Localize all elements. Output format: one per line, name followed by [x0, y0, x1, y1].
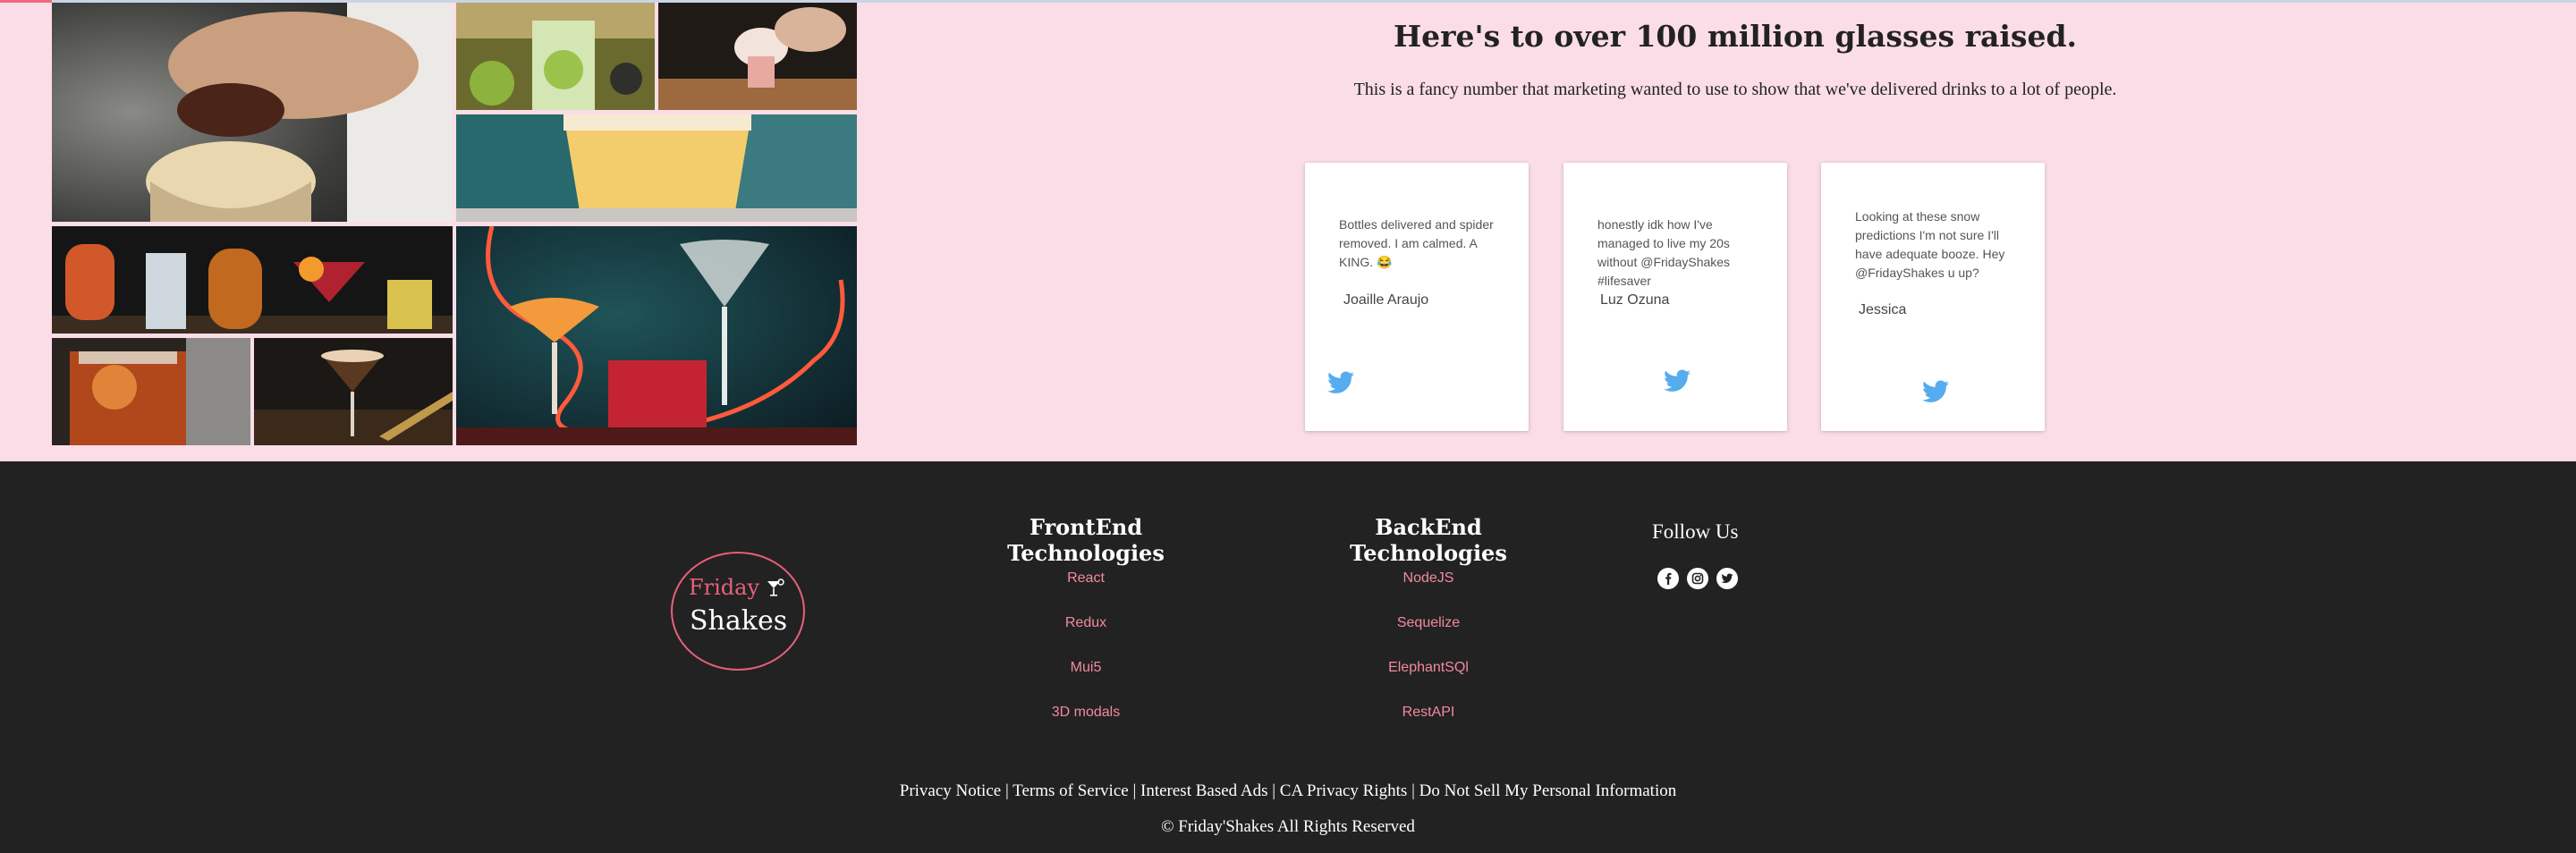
interest-based-ads-link[interactable]: Interest Based Ads — [1140, 781, 1267, 800]
testimonial-author: Luz Ozuna — [1600, 292, 1670, 308]
gallery-photo-mojito — [456, 3, 655, 110]
gallery-photo-neon-cocktails — [456, 226, 857, 445]
cocktail-glass-icon — [767, 579, 784, 596]
privacy-notice-link[interactable]: Privacy Notice — [900, 781, 1001, 800]
backend-link-elephantsql[interactable]: ElephantSQl — [1339, 660, 1518, 676]
backend-heading: BackEnd Technologies — [1350, 514, 1507, 566]
terms-of-service-link[interactable]: Terms of Service — [1013, 781, 1129, 800]
backend-link-sequelize[interactable]: Sequelize — [1339, 615, 1518, 631]
facebook-icon[interactable] — [1657, 568, 1679, 589]
frontend-link-mui5[interactable]: Mui5 — [996, 660, 1175, 676]
legal-links: Privacy Notice | Terms of Service | Inte… — [0, 781, 2576, 801]
page-heading: Here's to over 100 million glasses raise… — [1393, 19, 2078, 54]
footer-logo[interactable]: Friday Shakes — [671, 552, 805, 671]
follow-us-heading: Follow Us — [1652, 520, 1739, 543]
twitter-icon[interactable] — [1716, 568, 1738, 589]
twitter-icon[interactable] — [1922, 380, 1949, 403]
frontend-link-3d-modals[interactable]: 3D modals — [996, 705, 1175, 721]
testimonial-card: Looking at these snow predictions I'm no… — [1821, 163, 2045, 431]
copyright-text: © Friday'Shakes All Rights Reserved — [1161, 817, 1415, 836]
legal-separator: | — [1411, 781, 1415, 800]
backend-link-restapi[interactable]: RestAPI — [1339, 705, 1518, 721]
hero-section: Here's to over 100 million glasses raise… — [0, 3, 2576, 461]
twitter-icon[interactable] — [1664, 369, 1690, 393]
legal-separator: | — [1132, 781, 1137, 800]
gallery-photo-pink-cocktail — [658, 3, 857, 110]
frontend-link-redux[interactable]: Redux — [996, 615, 1175, 631]
testimonial-quote: honestly idk how I've managed to live my… — [1597, 217, 1731, 288]
backend-link-nodejs[interactable]: NodeJS — [1339, 570, 1518, 587]
twitter-icon[interactable] — [1327, 371, 1354, 394]
testimonial-quote: Bottles delivered and spider removed. I … — [1339, 217, 1494, 269]
testimonial-author: Jessica — [1859, 302, 1907, 317]
testimonial-quote: Looking at these snow predictions I'm no… — [1855, 209, 2005, 280]
ca-privacy-rights-link[interactable]: CA Privacy Rights — [1280, 781, 1408, 800]
page-subheading: This is a fancy number that marketing wa… — [1353, 80, 2117, 99]
logo-word-shakes: Shakes — [690, 605, 788, 637]
logo-word-friday: Friday — [689, 575, 760, 600]
instagram-icon[interactable] — [1687, 568, 1708, 589]
legal-separator: | — [1272, 781, 1276, 800]
testimonial-card: Bottles delivered and spider removed. I … — [1305, 163, 1529, 431]
testimonial-card: honestly idk how I've managed to live my… — [1563, 163, 1787, 431]
legal-separator: | — [1004, 781, 1009, 800]
gallery-photo-pale-ale — [456, 114, 857, 222]
frontend-heading: FrontEnd Technologies — [1007, 514, 1165, 566]
gallery-photo-pouring — [52, 3, 453, 222]
gallery-photo-old-fashioned — [52, 338, 250, 445]
gallery-photo-aperitif-row — [52, 226, 453, 334]
do-not-sell-link[interactable]: Do Not Sell My Personal Information — [1419, 781, 1677, 800]
frontend-link-react[interactable]: React — [996, 570, 1175, 587]
gallery-photo-espresso-martini — [254, 338, 453, 445]
testimonial-author: Joaille Araujo — [1343, 292, 1429, 308]
